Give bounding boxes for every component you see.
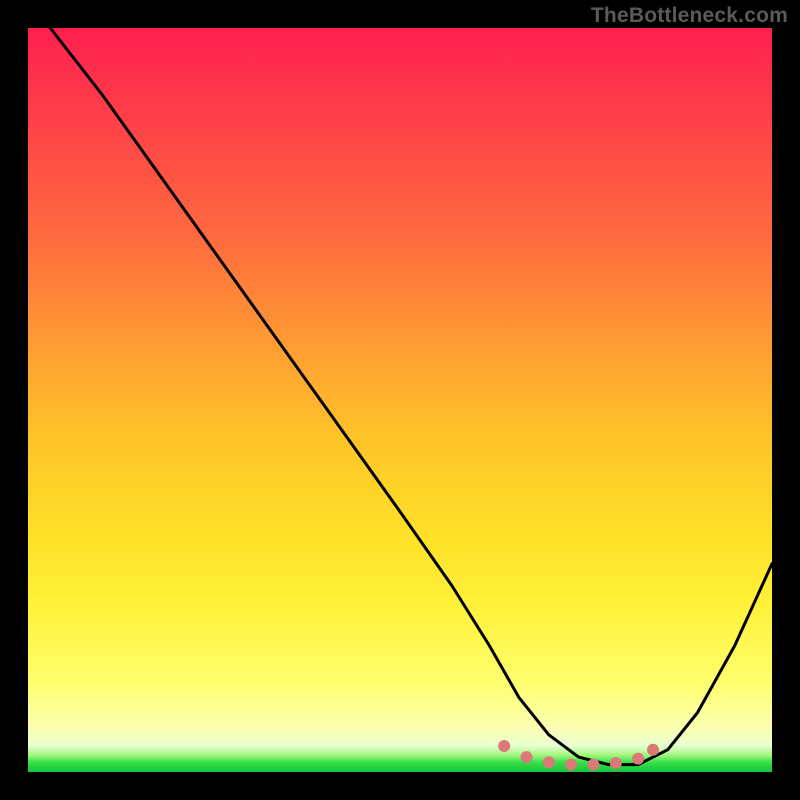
curve-marker: [632, 753, 644, 765]
curve-marker: [498, 740, 510, 752]
curve-marker: [610, 757, 622, 769]
curve-marker: [565, 759, 577, 771]
curve-marker: [647, 744, 659, 756]
curve-marker: [587, 759, 599, 771]
curve-marker: [521, 751, 533, 763]
plot-area: [28, 28, 772, 772]
curve-marker: [543, 756, 555, 768]
watermark-text: TheBottleneck.com: [591, 4, 788, 28]
bottleneck-curve: [50, 28, 772, 765]
chart-frame: TheBottleneck.com: [0, 0, 800, 800]
chart-svg: [28, 28, 772, 772]
